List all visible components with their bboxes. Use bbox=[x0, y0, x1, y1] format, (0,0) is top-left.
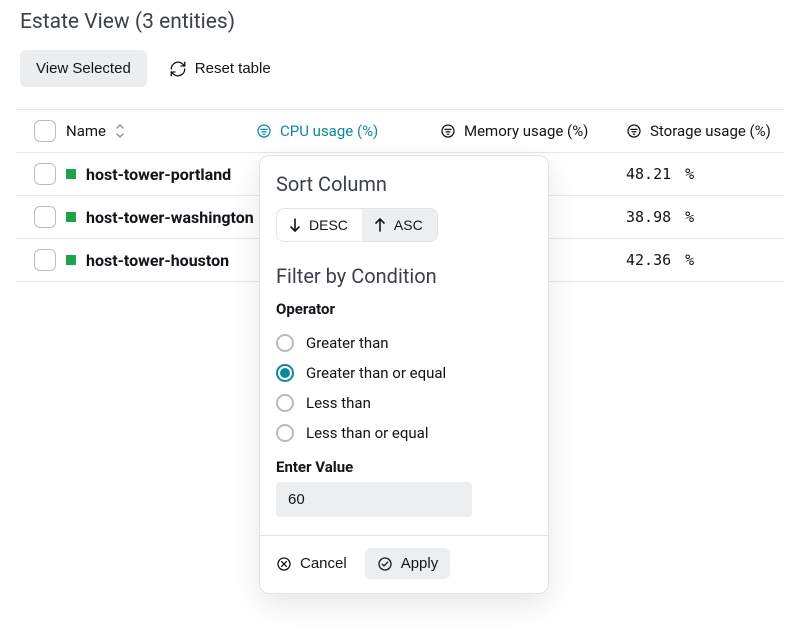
page-title: Estate View (3 entities) bbox=[16, 10, 784, 50]
radio-icon bbox=[276, 334, 294, 352]
reset-table-button[interactable]: Reset table bbox=[169, 60, 271, 78]
filter-value-input[interactable] bbox=[276, 482, 472, 517]
header-memory[interactable]: Memory usage (%) bbox=[440, 122, 626, 140]
apply-button[interactable]: Apply bbox=[365, 548, 451, 579]
close-circle-icon bbox=[276, 556, 292, 572]
radio-icon bbox=[276, 424, 294, 442]
host-name: host-tower-portland bbox=[86, 165, 231, 184]
cancel-button[interactable]: Cancel bbox=[276, 555, 347, 572]
operator-option-gte[interactable]: Greater than or equal bbox=[276, 358, 532, 388]
sort-desc-label: DESC bbox=[309, 217, 348, 233]
operator-lt-label: Less than bbox=[306, 394, 371, 412]
header-cpu-label: CPU usage (%) bbox=[280, 122, 378, 140]
radio-icon bbox=[276, 394, 294, 412]
table-header: Name CPU usage (%) Memory usage (%) bbox=[16, 109, 784, 153]
storage-value: 48.21 bbox=[626, 165, 671, 183]
host-name: host-tower-washington bbox=[86, 208, 254, 227]
host-name: host-tower-houston bbox=[86, 251, 229, 270]
filter-active-icon bbox=[256, 123, 272, 139]
status-square-icon bbox=[66, 255, 76, 265]
operator-option-lte[interactable]: Less than or equal bbox=[276, 418, 532, 448]
storage-cell: 48.21% bbox=[626, 165, 776, 183]
view-selected-label: View Selected bbox=[36, 60, 131, 77]
sort-desc-button[interactable]: DESC bbox=[277, 209, 362, 241]
enter-value-label: Enter Value bbox=[276, 458, 532, 476]
reset-table-label: Reset table bbox=[195, 60, 271, 77]
header-storage[interactable]: Storage usage (%) bbox=[626, 122, 776, 140]
refresh-icon bbox=[169, 60, 187, 78]
view-selected-button[interactable]: View Selected bbox=[20, 50, 147, 87]
row-checkbox[interactable] bbox=[34, 249, 56, 271]
sort-direction-toggle: DESC ASC bbox=[276, 208, 438, 242]
column-popover: Sort Column DESC ASC Filter by Condition… bbox=[259, 155, 549, 594]
estate-view: Estate View (3 entities) View Selected R… bbox=[0, 10, 800, 630]
operator-gte-label: Greater than or equal bbox=[306, 364, 446, 382]
apply-label: Apply bbox=[401, 555, 439, 572]
select-all-checkbox[interactable] bbox=[34, 120, 56, 142]
header-name[interactable]: Name bbox=[66, 122, 256, 140]
cancel-label: Cancel bbox=[300, 555, 347, 572]
header-memory-label: Memory usage (%) bbox=[464, 122, 588, 140]
percent-sign: % bbox=[685, 165, 694, 183]
host-cell[interactable]: host-tower-washington bbox=[66, 208, 256, 227]
operator-label: Operator bbox=[276, 300, 532, 318]
percent-sign: % bbox=[685, 208, 694, 226]
storage-value: 38.98 bbox=[626, 208, 671, 226]
sort-asc-button[interactable]: ASC bbox=[362, 209, 437, 241]
header-cpu[interactable]: CPU usage (%) bbox=[256, 122, 440, 140]
row-checkbox[interactable] bbox=[34, 163, 56, 185]
arrow-down-icon bbox=[289, 218, 301, 232]
radio-checked-icon bbox=[276, 364, 294, 382]
operator-gt-label: Greater than bbox=[306, 334, 389, 352]
divider bbox=[260, 535, 548, 536]
header-name-label: Name bbox=[66, 122, 106, 140]
popover-actions: Cancel Apply bbox=[276, 548, 532, 579]
sort-section-title: Sort Column bbox=[276, 172, 532, 196]
header-storage-label: Storage usage (%) bbox=[650, 122, 771, 140]
storage-cell: 38.98% bbox=[626, 208, 776, 226]
percent-sign: % bbox=[685, 251, 694, 269]
toolbar: View Selected Reset table bbox=[16, 50, 784, 109]
host-cell[interactable]: host-tower-portland bbox=[66, 165, 256, 184]
row-checkbox[interactable] bbox=[34, 206, 56, 228]
filter-icon bbox=[440, 123, 456, 139]
status-square-icon bbox=[66, 169, 76, 179]
status-square-icon bbox=[66, 212, 76, 222]
host-cell[interactable]: host-tower-houston bbox=[66, 251, 256, 270]
storage-cell: 42.36% bbox=[626, 251, 776, 269]
filter-icon bbox=[626, 123, 642, 139]
sort-asc-label: ASC bbox=[394, 217, 423, 233]
operator-option-lt[interactable]: Less than bbox=[276, 388, 532, 418]
arrow-up-icon bbox=[374, 218, 386, 232]
check-circle-icon bbox=[377, 556, 393, 572]
operator-option-gt[interactable]: Greater than bbox=[276, 328, 532, 358]
storage-value: 42.36 bbox=[626, 251, 671, 269]
filter-section-title: Filter by Condition bbox=[276, 264, 532, 288]
operator-lte-label: Less than or equal bbox=[306, 424, 428, 442]
header-check-cell bbox=[24, 120, 66, 142]
sort-icon bbox=[114, 124, 126, 138]
hosts-table: Name CPU usage (%) Memory usage (%) bbox=[16, 109, 784, 282]
